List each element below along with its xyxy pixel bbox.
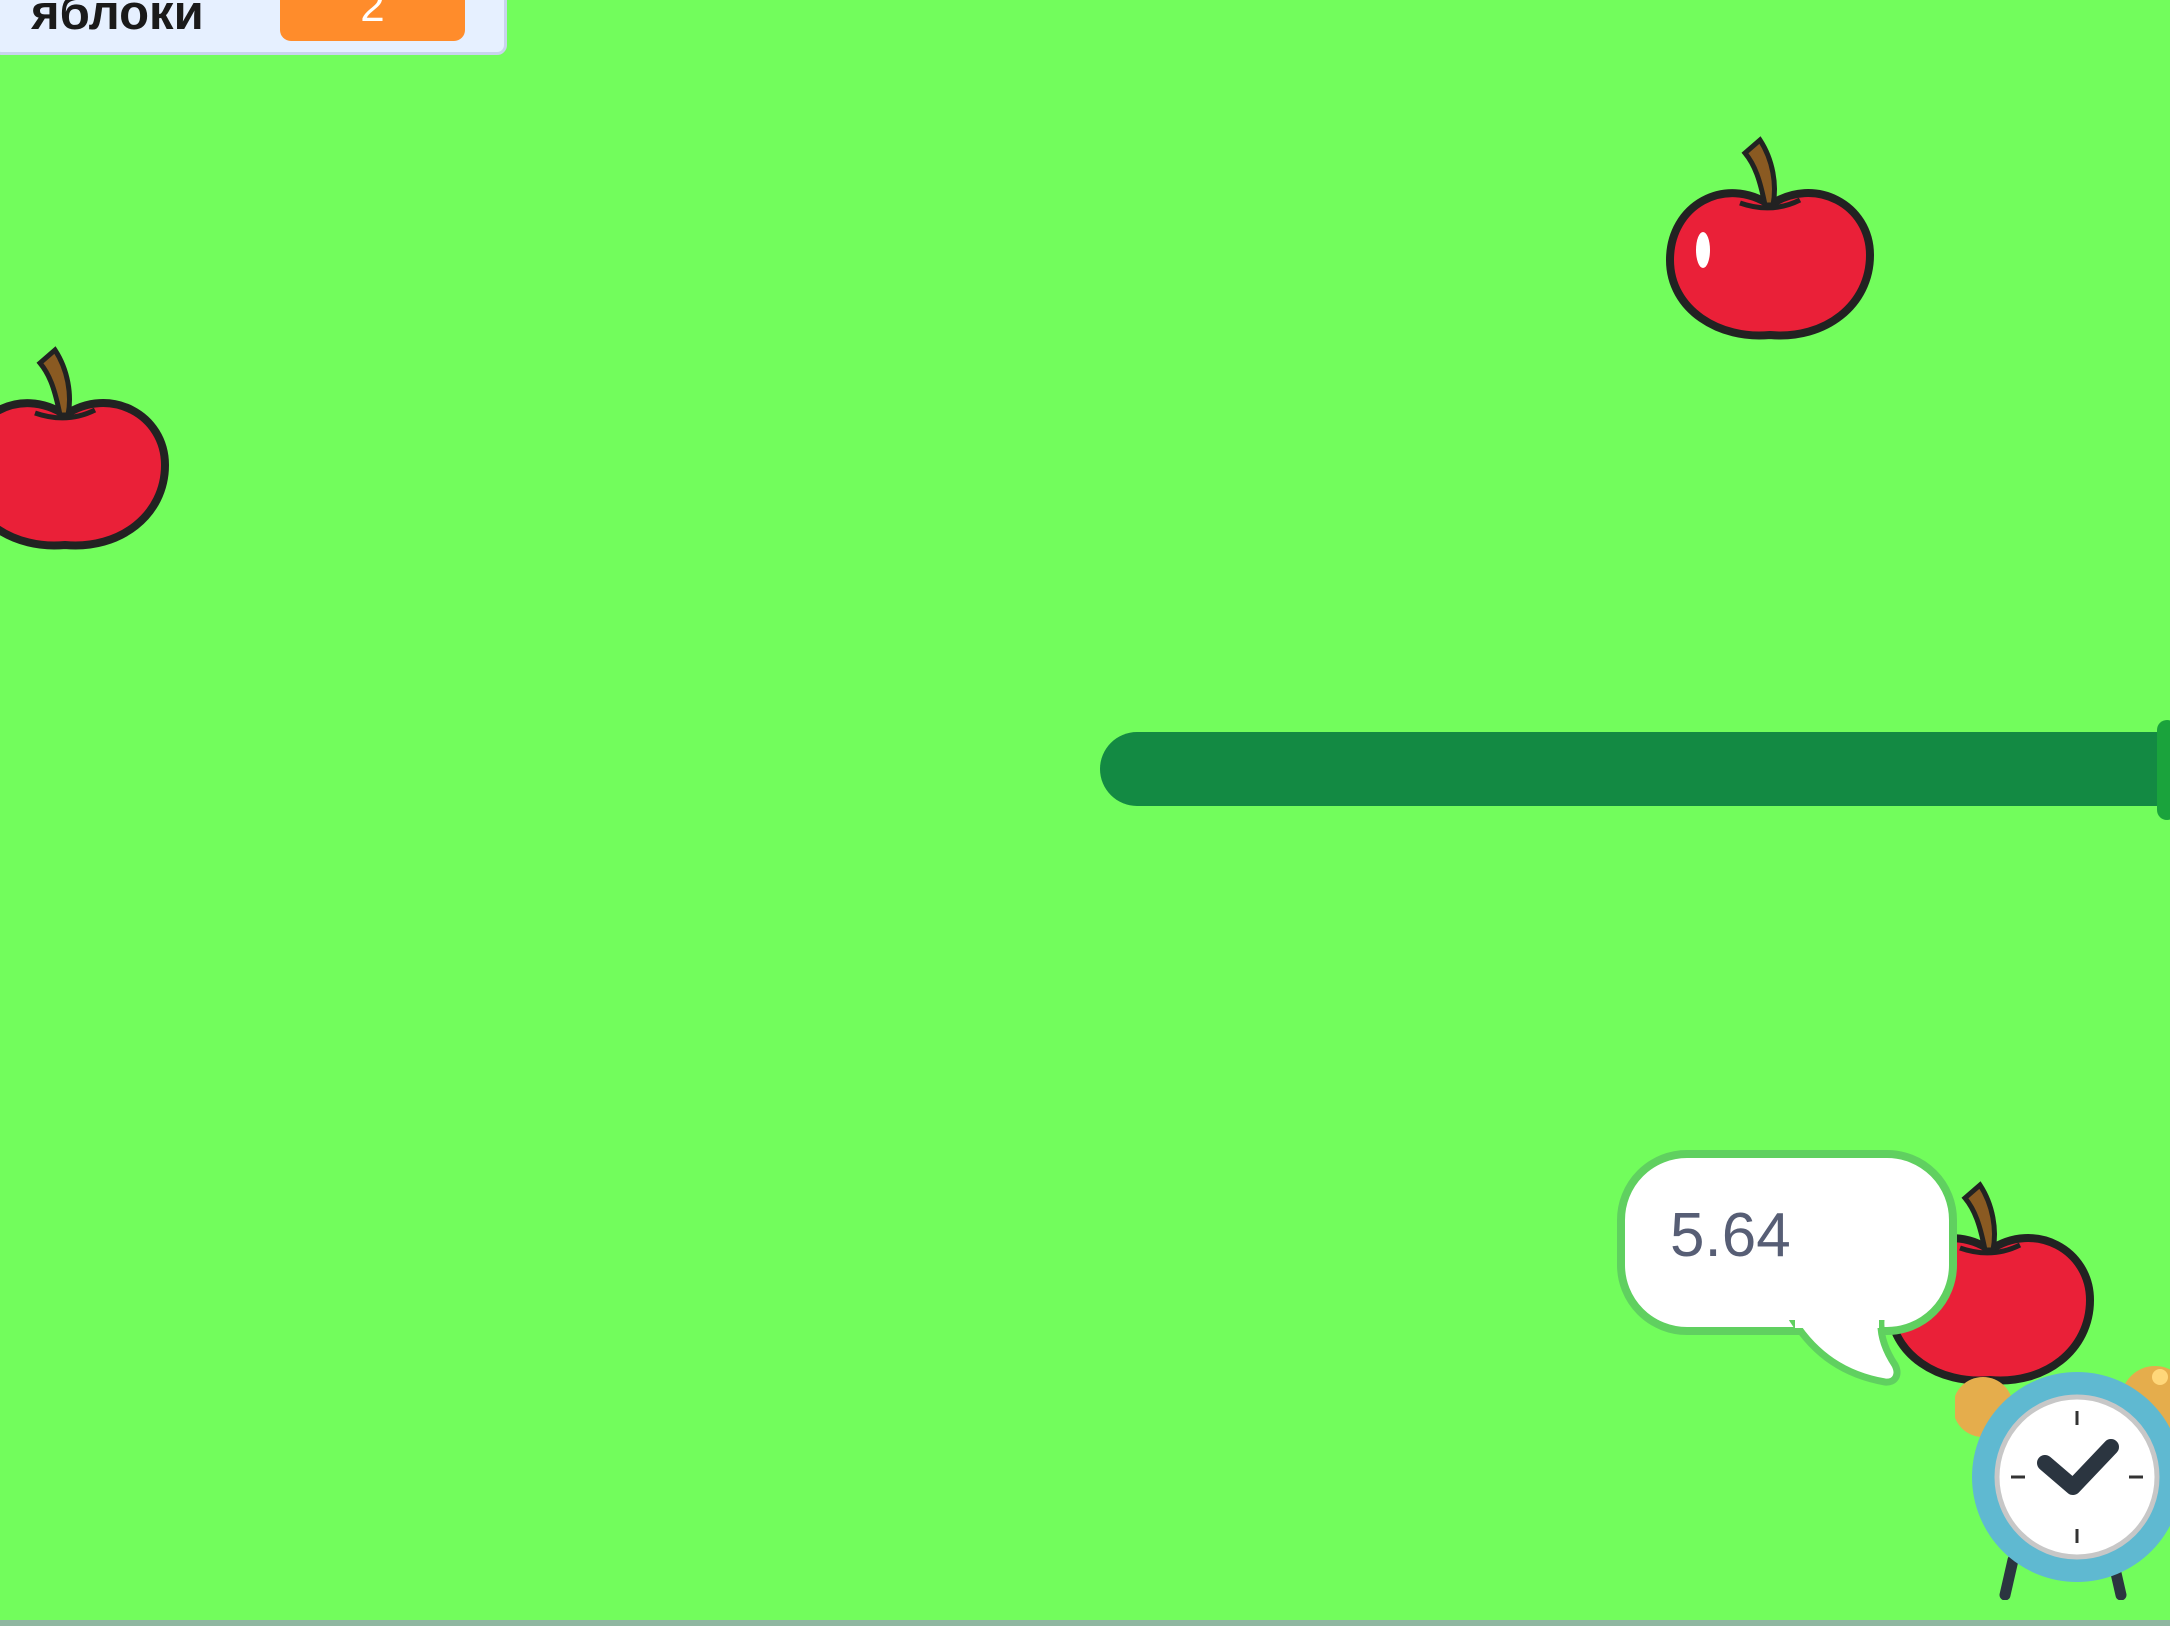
game-stage[interactable]: яблоки 2 5.64 xyxy=(0,0,2170,1626)
apple-icon[interactable] xyxy=(1665,135,1875,345)
paddle-edge xyxy=(2157,720,2170,820)
paddle-sprite[interactable] xyxy=(1100,732,2170,806)
apple-icon[interactable] xyxy=(0,345,170,555)
variable-monitor-value: 2 xyxy=(280,0,465,41)
stage-bottom-border xyxy=(0,1620,2170,1626)
variable-monitor-label: яблоки xyxy=(31,0,204,40)
speech-bubble-tail xyxy=(1788,1320,1901,1386)
speech-bubble-text: 5.64 xyxy=(1670,1201,1791,1270)
variable-monitor: яблоки 2 xyxy=(0,0,507,55)
alarm-clock-icon[interactable] xyxy=(1955,1355,2170,1600)
